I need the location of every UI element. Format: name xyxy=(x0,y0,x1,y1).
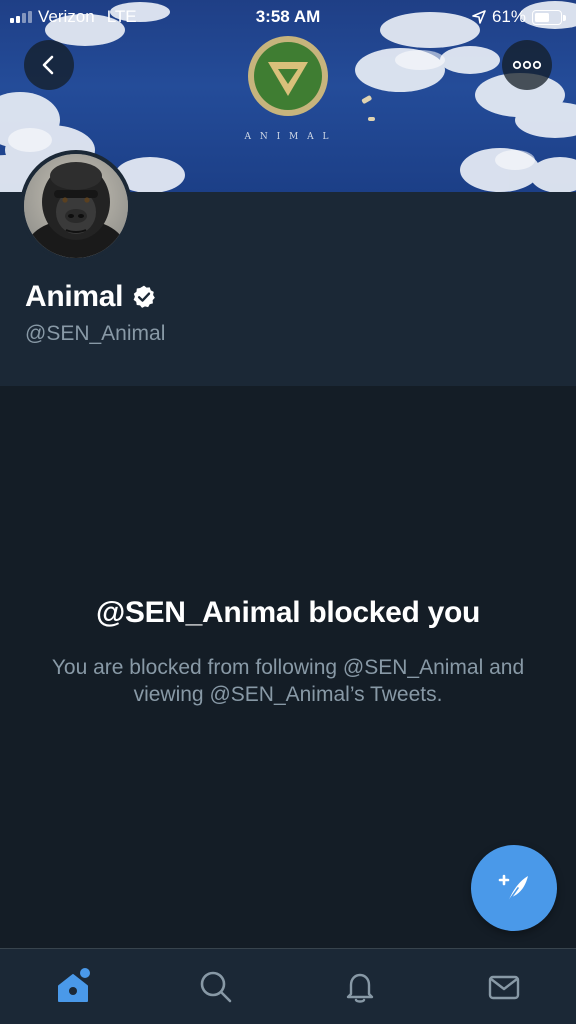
chevron-left-icon xyxy=(42,55,54,75)
verified-badge-icon xyxy=(133,285,156,308)
blocked-description: You are blocked from following @SEN_Anim… xyxy=(51,656,525,706)
avatar[interactable] xyxy=(20,150,132,262)
home-icon xyxy=(58,968,90,1002)
battery-icon xyxy=(532,9,566,25)
tab-notifications[interactable] xyxy=(320,949,400,1024)
profile-screen: A N I M A L Verizon LTE 3:58 AM 61% Anim… xyxy=(0,0,576,1024)
back-button[interactable] xyxy=(24,40,74,90)
more-horizontal-icon xyxy=(512,60,542,70)
compose-tweet-button[interactable] xyxy=(471,845,557,931)
tab-home[interactable] xyxy=(33,949,113,1024)
status-right: 61% xyxy=(472,7,566,27)
tab-search[interactable] xyxy=(176,949,256,1024)
bottom-tab-bar xyxy=(0,948,576,1024)
bell-icon xyxy=(346,973,374,1003)
profile-handle: @SEN_Animal xyxy=(25,322,166,345)
more-options-button[interactable] xyxy=(502,40,552,90)
battery-fill xyxy=(535,12,549,22)
mail-icon xyxy=(488,975,520,1000)
compose-tweet-icon xyxy=(498,874,528,903)
display-name: Animal xyxy=(25,280,124,313)
blocked-title: @SEN_Animal blocked you xyxy=(95,596,481,629)
profile-name-row: Animal xyxy=(25,280,157,314)
battery-percent: 61% xyxy=(491,7,526,26)
location-arrow-icon xyxy=(472,10,486,24)
gorilla-avatar-image xyxy=(24,154,128,258)
status-bar: Verizon LTE 3:58 AM 61% xyxy=(0,0,576,34)
search-icon xyxy=(200,971,232,1003)
battery-tip xyxy=(563,14,566,21)
tab-messages[interactable] xyxy=(464,949,544,1024)
banner-logo-text: A N I M A L xyxy=(244,132,332,142)
